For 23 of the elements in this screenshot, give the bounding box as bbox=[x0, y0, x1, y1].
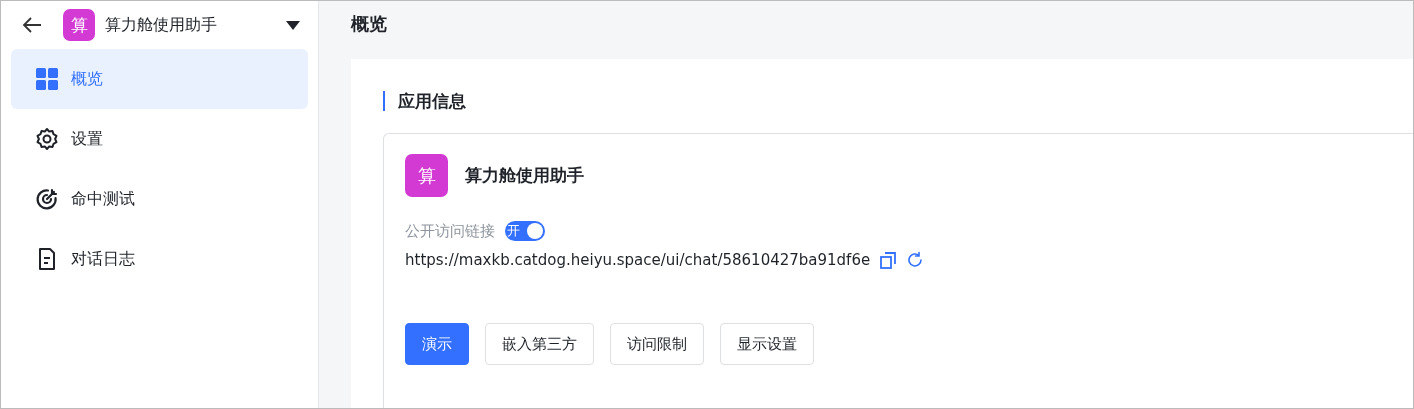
sidebar-item[interactable]: 设置 bbox=[11, 109, 308, 169]
target-icon bbox=[35, 187, 59, 211]
app-name: 算力舱使用助手 bbox=[105, 14, 218, 36]
sidebar-item[interactable]: 对话日志 bbox=[11, 229, 308, 289]
primary-button[interactable]: 演示 bbox=[405, 323, 469, 365]
settings-icon bbox=[35, 127, 59, 151]
copy-icon[interactable] bbox=[880, 251, 897, 269]
sidebar-item[interactable]: 概览 bbox=[11, 49, 308, 109]
toggle-switch[interactable]: 开 bbox=[505, 221, 545, 241]
page-title: 概览 bbox=[349, 12, 388, 36]
refresh-icon[interactable] bbox=[906, 251, 925, 269]
field-label: 公开访问链接 bbox=[405, 221, 495, 241]
url-text: https://maxkb.catdog.heiyu.space/ui/chat/58610427ba91df6e bbox=[405, 251, 871, 269]
app-avatar: 算 bbox=[405, 154, 448, 197]
app-name: 算力舱使用助手 bbox=[465, 164, 584, 187]
action-button[interactable]: 嵌入第三方 bbox=[485, 323, 594, 365]
dropdown-caret-icon[interactable] bbox=[286, 20, 300, 30]
action-button[interactable]: 显示设置 bbox=[720, 323, 814, 365]
action-button[interactable]: 访问限制 bbox=[610, 323, 704, 365]
grid-icon bbox=[35, 67, 59, 91]
section-title: 应用信息 bbox=[383, 91, 466, 111]
app-avatar: 算 bbox=[63, 9, 95, 41]
sidebar-item[interactable]: 命中测试 bbox=[11, 169, 308, 229]
